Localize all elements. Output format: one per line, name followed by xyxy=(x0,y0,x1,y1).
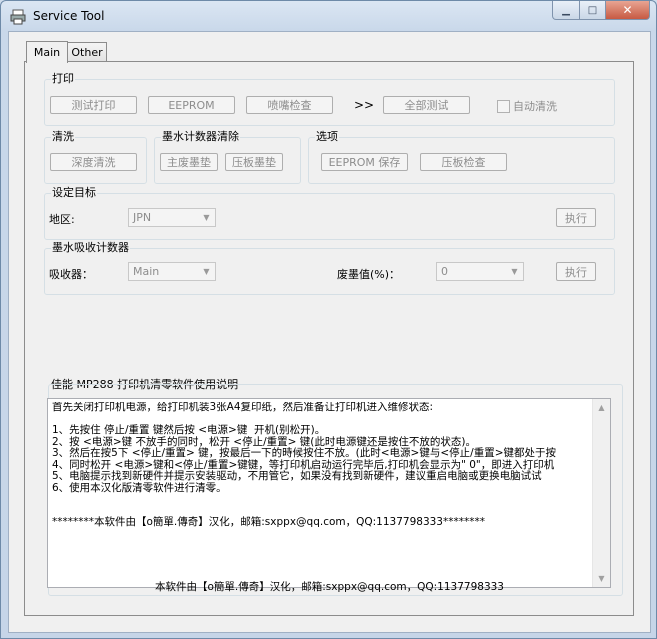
title-bar[interactable]: Service Tool ▁ □ ✕ xyxy=(1,1,656,31)
waste-ink-select[interactable]: 0 ▼ xyxy=(436,262,524,281)
maximize-icon: □ xyxy=(587,4,598,16)
instructions-text: 首先关闭打印机电源，给打印机装3张A4复印纸，然后准备让打印机进入维修状态: 1… xyxy=(52,402,556,528)
test-print-button[interactable]: 测试打印 xyxy=(50,96,137,114)
target-group-label: 设定目标 xyxy=(51,186,97,199)
absorber-select[interactable]: Main ▼ xyxy=(128,262,216,281)
absorber-group-label: 墨水吸收计数器 xyxy=(51,241,130,254)
region-label: 地区: xyxy=(49,213,75,226)
chevron-down-icon: ▼ xyxy=(203,267,210,276)
nozzle-check-button[interactable]: 喷嘴检查 xyxy=(246,96,333,114)
absorber-label: 吸收器： xyxy=(49,268,93,281)
eeprom-save-button[interactable]: EEPROM 保存 xyxy=(321,153,408,171)
maximize-button[interactable]: □ xyxy=(580,1,606,20)
platen-pad-button[interactable]: 压板墨垫 xyxy=(225,153,283,171)
footer-credit: 本软件由【o簡單.傳奇】汉化，邮箱:sxppx@qq.com，QQ:113779… xyxy=(155,581,504,593)
print-group: 打印 测试打印 EEPROM 喷嘴检查 >> 全部测试 自动清洗 xyxy=(44,73,615,126)
waste-ink-label: 废墨值(%)： xyxy=(337,268,401,281)
options-group: 选项 EEPROM 保存 压板检查 xyxy=(308,131,615,184)
platen-check-button[interactable]: 压板检查 xyxy=(420,153,507,171)
print-group-label: 打印 xyxy=(51,72,75,85)
auto-clean-checkbox[interactable]: 自动清洗 xyxy=(497,98,557,114)
absorber-execute-button[interactable]: 执行 xyxy=(556,262,596,281)
waste-ink-value: 0 xyxy=(441,265,448,278)
tab-other[interactable]: Other xyxy=(67,42,107,62)
app-window: Service Tool ▁ □ ✕ Main Other 打印 测试打印 EE… xyxy=(0,0,657,639)
target-group: 设定目标 地区: JPN ▼ 执行 xyxy=(44,187,615,240)
region-select[interactable]: JPN ▼ xyxy=(128,208,216,227)
clean-group: 清洗 深度清洗 xyxy=(44,131,147,184)
auto-clean-label: 自动清洗 xyxy=(513,100,557,113)
checkbox-box xyxy=(497,99,510,113)
printer-app-icon xyxy=(10,9,26,25)
absorber-group: 墨水吸收计数器 吸收器： Main ▼ 废墨值(%)： 0 ▼ 执行 xyxy=(44,242,615,295)
clean-group-label: 清洗 xyxy=(51,130,75,143)
close-button[interactable]: ✕ xyxy=(606,1,650,20)
test-all-button[interactable]: 全部测试 xyxy=(383,96,470,114)
close-icon: ✕ xyxy=(622,3,633,17)
target-execute-button[interactable]: 执行 xyxy=(556,208,596,227)
options-group-label: 选项 xyxy=(315,130,339,143)
ink-counter-group: 墨水计数器清除 主废墨垫 压板墨垫 xyxy=(154,131,301,184)
deep-clean-button[interactable]: 深度清洗 xyxy=(50,153,137,171)
chevron-down-icon: ▼ xyxy=(203,213,210,222)
region-value: JPN xyxy=(133,211,152,224)
vertical-scrollbar[interactable]: ▲ ▼ xyxy=(592,399,610,587)
window-title: Service Tool xyxy=(33,9,105,23)
client-area: Main Other 打印 测试打印 EEPROM 喷嘴检查 >> 全部测试 自… xyxy=(8,31,651,633)
main-pad-button[interactable]: 主废墨垫 xyxy=(160,153,218,171)
eeprom-button[interactable]: EEPROM xyxy=(148,96,235,114)
scroll-up-icon[interactable]: ▲ xyxy=(593,399,610,416)
ink-counter-group-label: 墨水计数器清除 xyxy=(161,130,240,143)
minimize-button[interactable]: ▁ xyxy=(552,1,580,20)
arrows-label: >> xyxy=(354,98,375,112)
instructions-memo[interactable]: 首先关闭打印机电源，给打印机装3张A4复印纸，然后准备让打印机进入维修状态: 1… xyxy=(47,398,611,588)
absorber-value: Main xyxy=(133,265,160,278)
tab-main[interactable]: Main xyxy=(26,41,68,63)
minimize-icon: ▁ xyxy=(562,4,570,16)
chevron-down-icon: ▼ xyxy=(511,267,518,276)
